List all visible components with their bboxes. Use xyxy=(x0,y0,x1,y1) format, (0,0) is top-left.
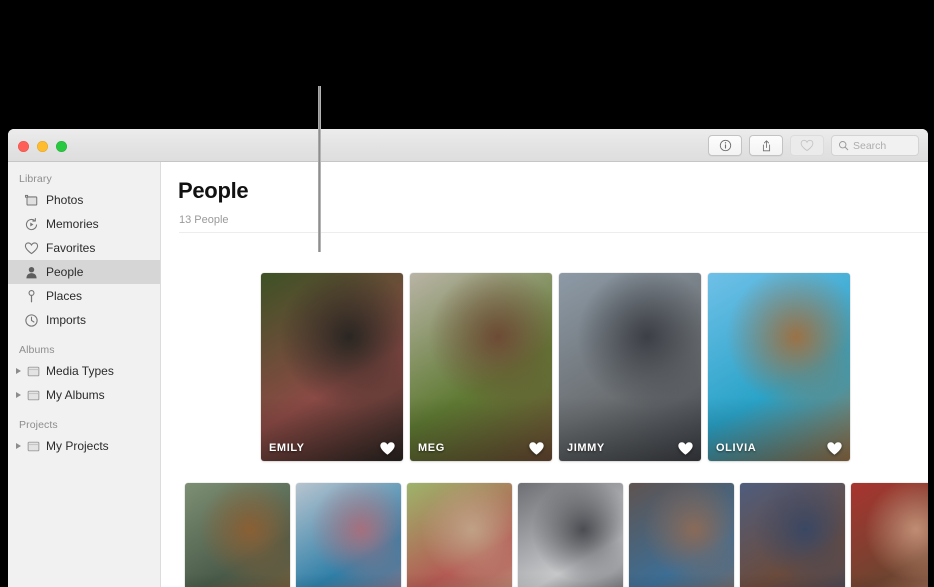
sidebar-item-label: Imports xyxy=(46,313,87,327)
search-icon xyxy=(839,141,849,151)
pin-icon xyxy=(24,289,39,304)
photos-window: Search Library Photos Memories Favorites Peo… xyxy=(8,129,928,587)
person-tile[interactable]: EMILY xyxy=(261,273,403,461)
person-photo xyxy=(740,483,845,587)
heart-icon xyxy=(24,241,39,256)
sidebar-group-albums: Albums xyxy=(19,344,55,356)
sidebar-item-label: My Albums xyxy=(46,388,105,402)
toolbar: Search xyxy=(708,135,919,156)
sidebar-item-photos[interactable]: Photos xyxy=(8,188,160,212)
sidebar-item-label: Places xyxy=(46,289,83,303)
person-tile[interactable]: OLIVIA xyxy=(708,273,850,461)
person-photo xyxy=(629,483,734,587)
person-photo xyxy=(185,483,290,587)
photo-scrim xyxy=(407,573,512,587)
photo-scrim xyxy=(185,573,290,587)
sidebar-item-people[interactable]: People xyxy=(8,260,160,284)
heart-icon xyxy=(529,442,544,455)
person-photo xyxy=(518,483,623,587)
window-titlebar: Search xyxy=(8,129,928,162)
share-button[interactable] xyxy=(749,135,783,156)
sidebar-item-label: Memories xyxy=(46,217,99,231)
favorite-heart[interactable] xyxy=(826,441,843,456)
info-button[interactable] xyxy=(708,135,742,156)
heart-icon xyxy=(800,139,814,152)
album-icon xyxy=(26,388,41,403)
heart-icon xyxy=(678,442,693,455)
callout-leader-line xyxy=(318,86,321,252)
sidebar-group-projects: Projects xyxy=(19,419,58,431)
person-icon xyxy=(24,265,39,280)
person-photo xyxy=(851,483,928,587)
photo-scrim xyxy=(518,573,623,587)
sidebar-item-label: Photos xyxy=(46,193,84,207)
heart-icon xyxy=(827,442,842,455)
sidebar-item-media-types[interactable]: Media Types xyxy=(8,359,160,383)
person-name: MEG xyxy=(418,442,445,454)
memories-icon xyxy=(24,217,39,232)
person-photo xyxy=(296,483,401,587)
person-name: OLIVIA xyxy=(716,442,757,454)
people-grid: EMILY MEG JIMMY OLIVIA AdamDerekHeidiJamesKa… xyxy=(161,162,928,587)
favorite-button[interactable] xyxy=(790,135,824,156)
sidebar-item-my-albums[interactable]: My Albums xyxy=(8,383,160,407)
photo-scrim xyxy=(629,573,734,587)
person-tile[interactable]: Maya xyxy=(851,483,928,587)
person-tile[interactable]: Adam xyxy=(185,483,290,587)
search-placeholder: Search xyxy=(853,139,887,152)
person-name: EMILY xyxy=(269,442,305,454)
person-tile[interactable]: Heidi xyxy=(407,483,512,587)
person-tile[interactable]: Derek xyxy=(296,483,401,587)
heart-icon xyxy=(380,442,395,455)
clock-icon xyxy=(24,313,39,328)
search-field[interactable]: Search xyxy=(831,135,919,156)
sidebar-item-imports[interactable]: Imports xyxy=(8,308,160,332)
chevron-right-icon[interactable] xyxy=(16,443,21,449)
photos-icon xyxy=(24,193,39,208)
favorite-heart[interactable] xyxy=(528,441,545,456)
content-area: People 13 People EMILYMEGJIMMYOLIVIAAdam… xyxy=(161,162,928,587)
sidebar-item-memories[interactable]: Memories xyxy=(8,212,160,236)
sidebar-item-label: Favorites xyxy=(46,241,96,255)
person-tile[interactable]: Liz xyxy=(740,483,845,587)
sidebar-group-library: Library xyxy=(19,173,52,185)
share-icon xyxy=(762,139,770,151)
photo-scrim xyxy=(851,573,928,587)
person-photo xyxy=(407,483,512,587)
screenshot-root: Search Library Photos Memories Favorites Peo… xyxy=(0,0,934,587)
favorite-heart[interactable] xyxy=(379,441,396,456)
sidebar-item-favorites[interactable]: Favorites xyxy=(8,236,160,260)
album-icon xyxy=(26,439,41,454)
sidebar-item-places[interactable]: Places xyxy=(8,284,160,308)
album-icon xyxy=(26,364,41,379)
favorite-heart[interactable] xyxy=(677,441,694,456)
sidebar-item-label: People xyxy=(46,265,84,279)
person-tile[interactable]: Kate xyxy=(629,483,734,587)
traffic-lights xyxy=(18,141,67,152)
person-tile[interactable]: MEG xyxy=(410,273,552,461)
info-icon xyxy=(719,139,731,152)
person-name: JIMMY xyxy=(567,442,605,454)
person-tile[interactable]: JIMMY xyxy=(559,273,701,461)
window-body: Library Photos Memories Favorites People Plac… xyxy=(8,162,928,587)
zoom-button[interactable] xyxy=(56,141,67,152)
photo-scrim xyxy=(740,573,845,587)
minimize-button[interactable] xyxy=(37,141,48,152)
photo-scrim xyxy=(296,573,401,587)
sidebar-item-label: My Projects xyxy=(46,439,109,453)
close-button[interactable] xyxy=(18,141,29,152)
sidebar-item-my-projects[interactable]: My Projects xyxy=(8,434,160,458)
chevron-right-icon[interactable] xyxy=(16,368,21,374)
chevron-right-icon[interactable] xyxy=(16,392,21,398)
person-tile[interactable]: James xyxy=(518,483,623,587)
sidebar-item-label: Media Types xyxy=(46,364,114,378)
sidebar: Library Photos Memories Favorites People Plac… xyxy=(8,162,161,587)
